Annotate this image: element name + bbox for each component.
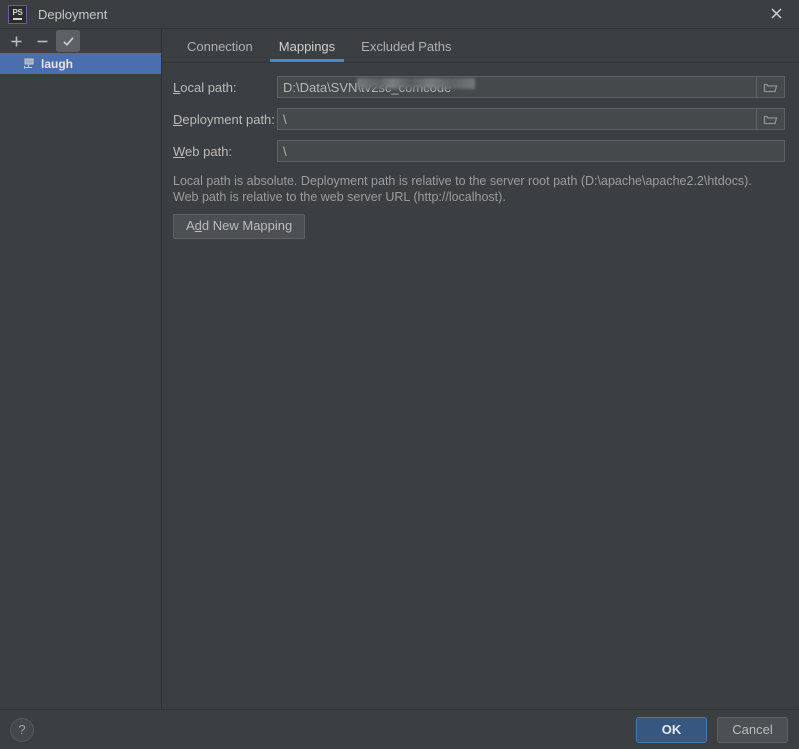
server-list-toolbar [0, 29, 161, 53]
app-icon-underline [13, 17, 22, 20]
mappings-form: Local path: Deployment path: [162, 63, 799, 709]
remove-server-button[interactable] [30, 30, 54, 52]
server-list-item-label: laugh [41, 56, 73, 71]
deployment-path-input-wrap [277, 108, 785, 130]
title-bar: PS Deployment [0, 0, 799, 29]
mappings-hint-line-2: Web path is relative to the web server U… [173, 190, 506, 204]
deployment-path-browse-button[interactable] [757, 108, 785, 130]
tab-connection[interactable]: Connection [174, 40, 266, 62]
web-path-label-mnemonic: W [173, 143, 186, 159]
help-button[interactable]: ? [10, 717, 34, 742]
web-path-input[interactable] [277, 140, 785, 162]
add-new-mapping-pre: A [186, 218, 195, 233]
deployment-path-row: Deployment path: [171, 108, 785, 130]
deployment-path-label-mnemonic: D [173, 111, 183, 127]
mappings-hint: Local path is absolute. Deployment path … [171, 173, 785, 205]
set-default-server-button[interactable] [56, 30, 80, 52]
settings-panel: Connection Mappings Excluded Paths Local… [162, 29, 799, 709]
app-icon-text: PS [12, 7, 23, 17]
phpstorm-icon: PS [8, 4, 27, 24]
deployment-path-label-text: eployment path: [182, 111, 275, 127]
add-new-mapping-post: d New Mapping [201, 218, 293, 233]
deployment-dialog: PS Deployment laugh Connection Mappings … [0, 0, 799, 749]
dialog-action-buttons: OK Cancel [636, 716, 788, 743]
web-path-label-text: eb path: [185, 143, 233, 159]
mappings-hint-line-1: Local path is absolute. Deployment path … [173, 174, 752, 188]
server-list-panel: laugh [0, 29, 162, 709]
ok-button[interactable]: OK [636, 716, 707, 743]
add-new-mapping-wrap: Add New Mapping [171, 214, 785, 240]
remote-server-icon [22, 57, 35, 70]
dialog-footer: ? OK Cancel [0, 709, 799, 749]
cancel-button[interactable]: Cancel [717, 716, 788, 743]
web-path-input-wrap [277, 140, 785, 162]
deployment-path-label: Deployment path: [171, 112, 277, 127]
tab-excluded-paths[interactable]: Excluded Paths [348, 40, 464, 62]
server-list-item-laugh[interactable]: laugh [0, 53, 161, 74]
server-list: laugh [0, 53, 161, 709]
web-path-label: Web path: [171, 144, 277, 159]
add-new-mapping-mnemonic: d [194, 218, 202, 233]
web-path-row: Web path: [171, 140, 785, 162]
tab-mappings[interactable]: Mappings [266, 40, 348, 62]
local-path-row: Local path: [171, 76, 785, 98]
add-new-mapping-button[interactable]: Add New Mapping [173, 214, 306, 240]
local-path-input-wrap [277, 76, 785, 98]
window-title: Deployment [38, 6, 108, 22]
deployment-path-input[interactable] [277, 108, 757, 130]
tab-bar: Connection Mappings Excluded Paths [162, 29, 799, 63]
local-path-label: Local path: [171, 80, 277, 95]
add-server-button[interactable] [4, 30, 28, 52]
local-path-label-text: ocal path: [180, 79, 237, 95]
local-path-browse-button[interactable] [757, 76, 785, 98]
local-path-input[interactable] [277, 76, 757, 98]
close-icon[interactable] [754, 0, 799, 27]
dialog-body: laugh Connection Mappings Excluded Paths… [0, 29, 799, 709]
